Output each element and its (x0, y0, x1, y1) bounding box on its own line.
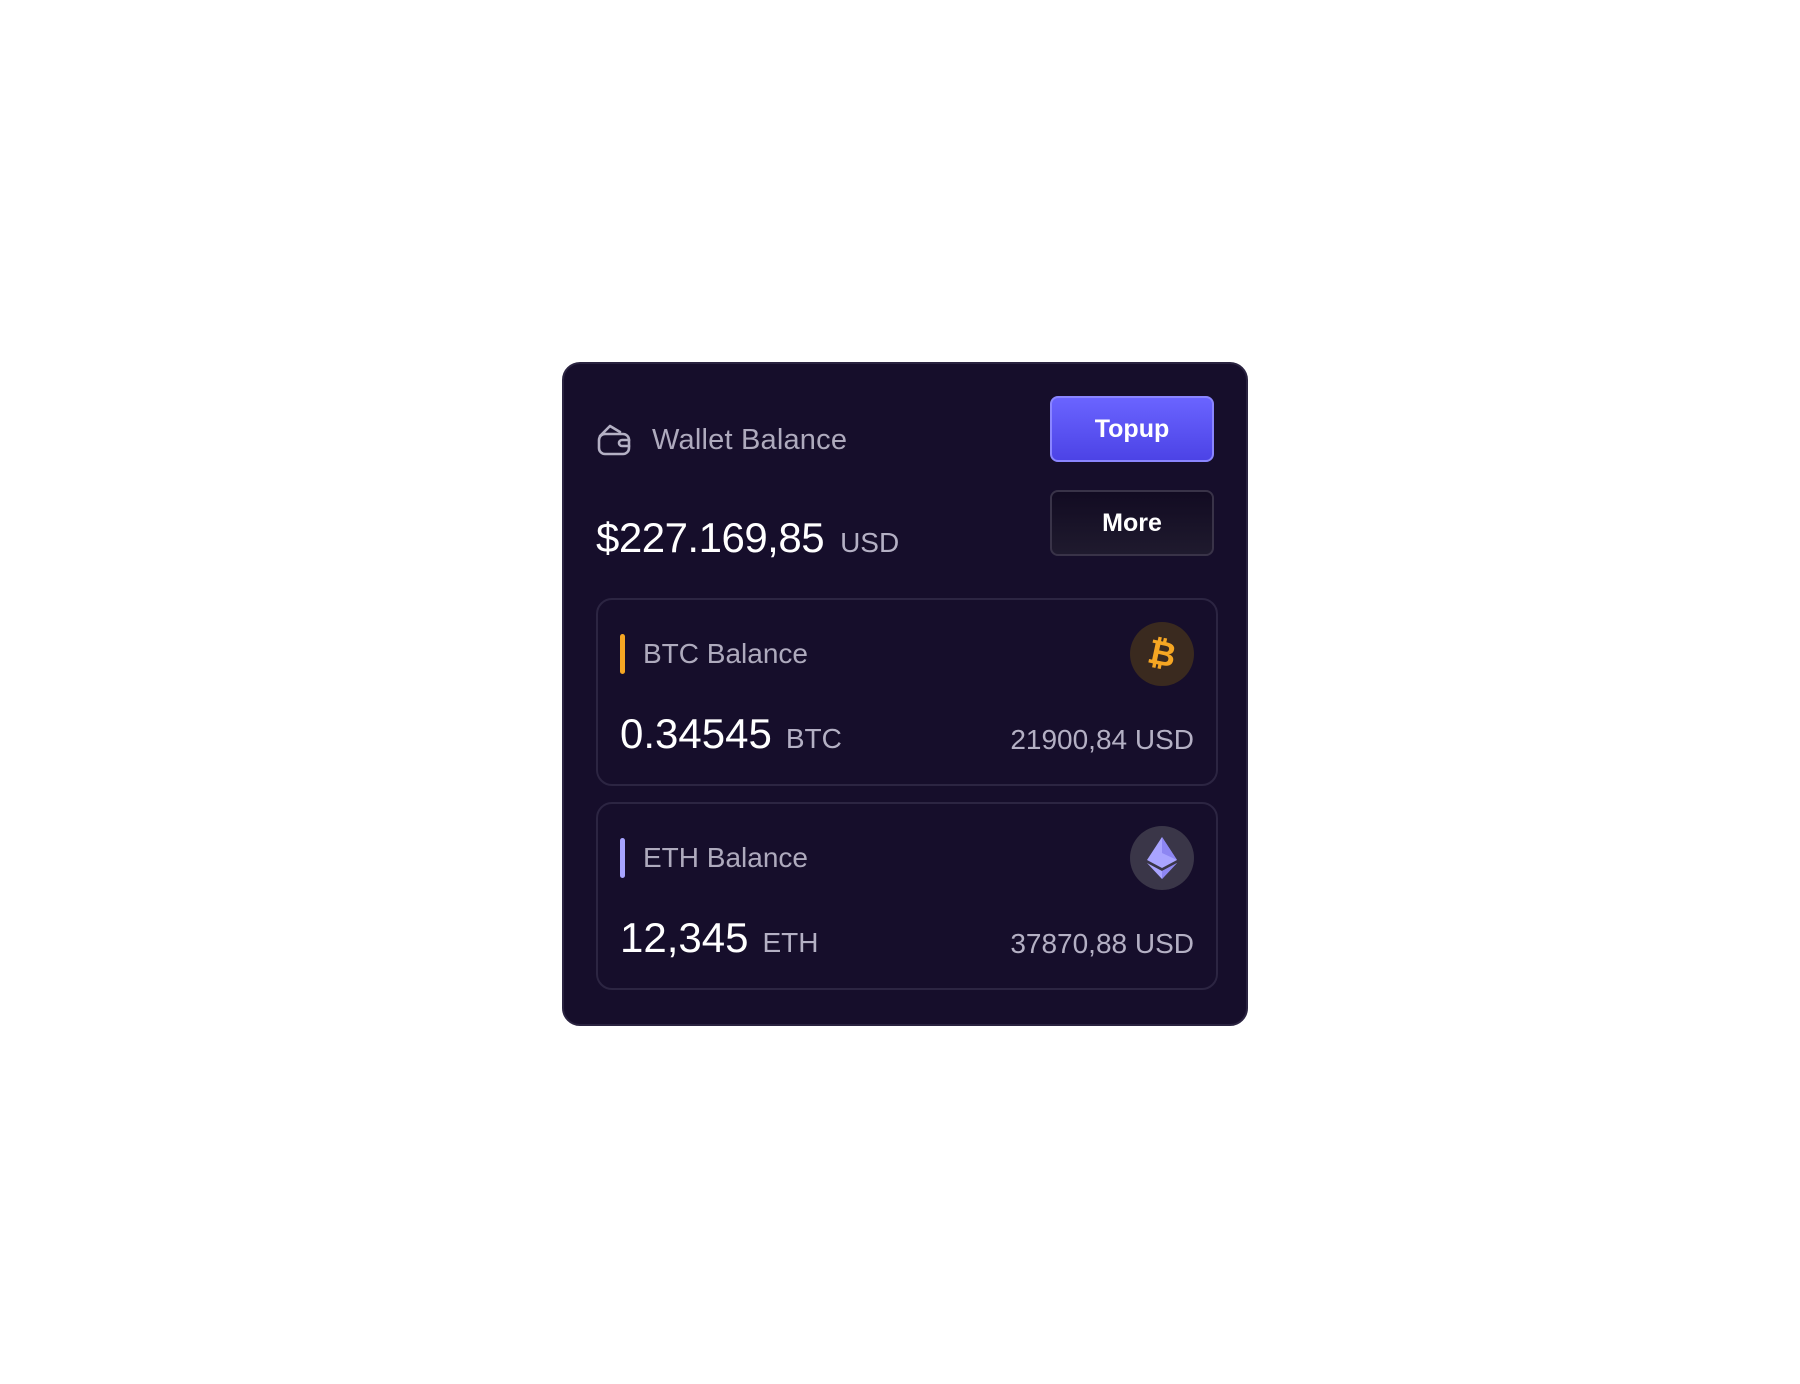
btc-amount: 0.34545 (620, 710, 772, 757)
eth-usd-value: 37870,88 USD (1010, 928, 1194, 959)
eth-balance-title: ETH Balance (643, 842, 808, 873)
bitcoin-icon: ₿ (1130, 622, 1194, 686)
btc-balance-card[interactable]: BTC Balance ₿ 0.34545 BTC 21900,84 USD (596, 598, 1218, 786)
ethereum-icon (1130, 826, 1194, 890)
eth-unit: ETH (762, 927, 819, 958)
svg-text:₿: ₿ (1144, 634, 1179, 674)
btc-balance-header: BTC Balance (620, 634, 808, 674)
eth-amount-line: 12,345 ETH (620, 914, 818, 962)
wallet-header: Wallet Balance (596, 422, 847, 458)
wallet-balance-card: Wallet Balance $227.169,85 USD Topup Mor… (562, 362, 1248, 1026)
wallet-title: Wallet Balance (652, 423, 848, 456)
btc-balance-title: BTC Balance (643, 638, 808, 669)
btc-amount-line: 0.34545 BTC (620, 710, 842, 758)
total-balance-currency: USD (840, 527, 900, 558)
page-canvas: Wallet Balance $227.169,85 USD Topup Mor… (0, 0, 1800, 1384)
eth-accent-bar (620, 838, 625, 878)
more-button[interactable]: More (1050, 490, 1214, 556)
eth-amount: 12,345 (620, 914, 749, 961)
total-balance-amount: $227.169,85 (596, 514, 825, 561)
wallet-summary: Wallet Balance $227.169,85 USD Topup Mor… (596, 394, 1214, 574)
btc-usd-value: 21900,84 USD (1010, 724, 1194, 755)
topup-button[interactable]: Topup (1050, 396, 1214, 462)
wallet-total: $227.169,85 USD (596, 514, 899, 562)
wallet-icon (596, 422, 632, 458)
eth-balance-header: ETH Balance (620, 838, 808, 878)
btc-accent-bar (620, 634, 625, 674)
eth-balance-card[interactable]: ETH Balance 12,345 ETH 37870,88 USD (596, 802, 1218, 990)
btc-unit: BTC (785, 723, 842, 754)
